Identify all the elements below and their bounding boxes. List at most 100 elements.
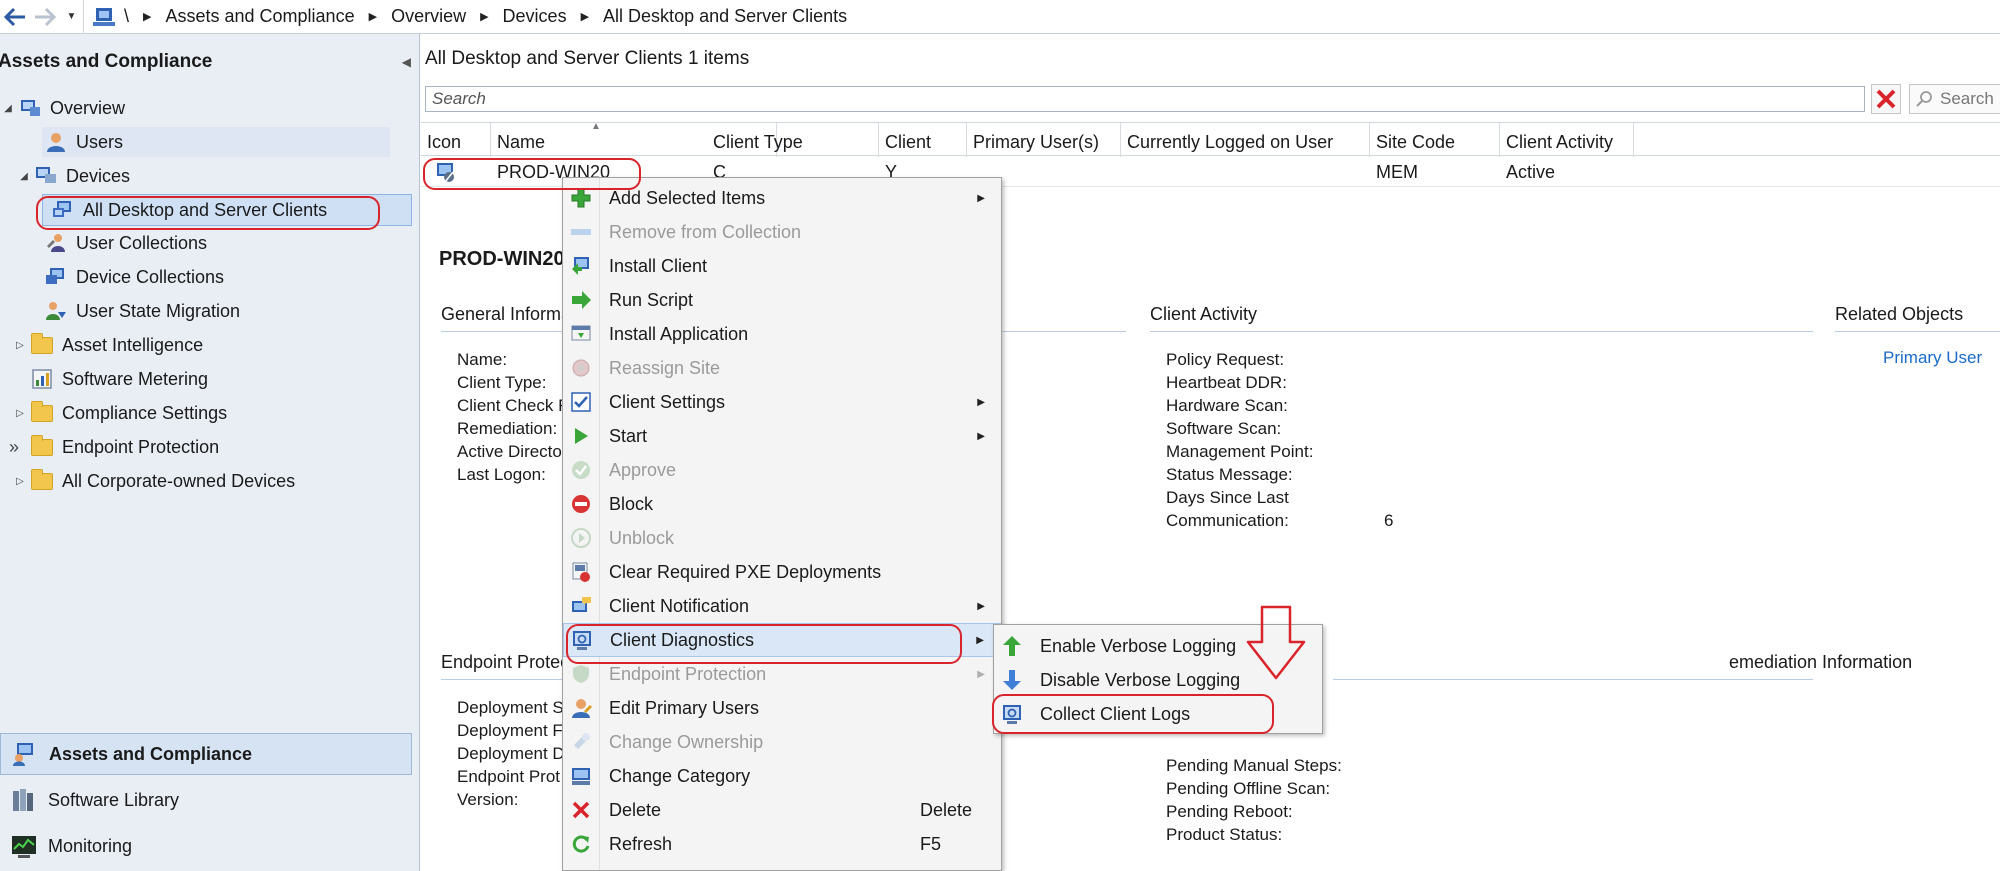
block-icon: [563, 493, 599, 515]
days-since-value: 6: [1384, 511, 1394, 530]
collapsed-icon[interactable]: ▷: [12, 408, 28, 419]
tree-item-users[interactable]: Users: [42, 127, 390, 157]
menu-item-collect-client-logs[interactable]: Collect Client Logs: [994, 697, 1322, 731]
menu-item-label: Remove from Collection: [609, 221, 802, 242]
menu-item-start[interactable]: Start ▶: [563, 419, 1001, 453]
menu-shortcut: F5: [920, 833, 942, 854]
menu-item-label: Install Application: [609, 323, 749, 344]
collection-name: All Desktop and Server Clients: [425, 48, 683, 69]
workspace-monitoring[interactable]: Monitoring: [0, 825, 412, 867]
menu-item-install-client[interactable]: Install Client: [563, 249, 1001, 283]
tree-item-user-state-migration[interactable]: User State Migration: [42, 296, 240, 326]
tree-item-device-collections[interactable]: Device Collections: [42, 262, 224, 292]
menu-item-change-ownership[interactable]: Change Ownership: [563, 725, 1001, 759]
remediation-labels: Pending Manual Steps: Pending Offline Sc…: [1166, 754, 1342, 846]
menu-item-block[interactable]: Block: [563, 487, 1001, 521]
menu-item-endpoint-protection[interactable]: Endpoint Protection ▶: [563, 657, 1001, 691]
edit-primary-users-icon: [563, 697, 599, 719]
label-pending-offline-scan: Pending Offline Scan:: [1166, 779, 1331, 798]
breadcrumb-devices[interactable]: Devices: [503, 6, 567, 27]
expanded-icon[interactable]: ◢: [0, 103, 16, 114]
tree-item-user-collections[interactable]: User Collections: [42, 228, 207, 258]
breadcrumb-root[interactable]: \: [124, 6, 129, 27]
client-activity-header: Client Activity: [1150, 304, 1813, 332]
collapse-pane-icon[interactable]: ◀: [402, 55, 411, 69]
breadcrumb-current[interactable]: All Desktop and Server Clients: [603, 6, 847, 27]
tree-item-compliance-settings[interactable]: ▷ Compliance Settings: [12, 398, 227, 428]
breadcrumb-separator-icon[interactable]: ▶: [581, 10, 589, 23]
column-header-icon[interactable]: Icon: [421, 123, 491, 157]
column-header-client-activity[interactable]: Client Activity: [1500, 123, 1634, 157]
menu-item-remove-from-collection[interactable]: Remove from Collection: [563, 215, 1001, 249]
menu-item-run-script[interactable]: Run Script: [563, 283, 1001, 317]
menu-item-install-application[interactable]: Install Application: [563, 317, 1001, 351]
tree-item-all-corporate-owned-devices[interactable]: ▷ All Corporate-owned Devices: [12, 466, 295, 496]
expanded-icon[interactable]: ◢: [16, 171, 32, 182]
menu-item-label: Collect Client Logs: [1040, 703, 1191, 724]
tree-item-asset-intelligence[interactable]: ▷ Asset Intelligence: [12, 330, 203, 360]
breadcrumb-overview[interactable]: Overview: [391, 6, 466, 27]
client-settings-icon: [563, 391, 599, 413]
forward-button[interactable]: [30, 0, 60, 34]
breadcrumb-separator-icon[interactable]: ▶: [369, 10, 377, 23]
column-header-site-code[interactable]: Site Code: [1370, 123, 1500, 157]
nav-pane-header: Assets and Compliance ◀: [0, 34, 419, 90]
breadcrumb-separator-icon[interactable]: ▶: [143, 10, 151, 23]
menu-item-label: Change Category: [609, 765, 751, 786]
menu-item-client-settings[interactable]: Client Settings ▶: [563, 385, 1001, 419]
menu-item-label: Client Settings: [609, 391, 726, 412]
software-metering-icon: [28, 367, 56, 391]
menu-item-change-category[interactable]: Change Category: [563, 759, 1001, 793]
menu-item-delete[interactable]: Delete Delete: [563, 793, 1001, 827]
menu-item-add-selected-items[interactable]: Add Selected Items ▶: [563, 181, 1001, 215]
menu-item-unblock[interactable]: Unblock: [563, 521, 1001, 555]
back-button[interactable]: [0, 0, 30, 34]
column-header-client-type[interactable]: Client Type: [707, 123, 879, 157]
workspace-assets-and-compliance[interactable]: Assets and Compliance: [0, 733, 412, 775]
client-notification-icon: [563, 595, 599, 617]
tree-item-overview[interactable]: ◢ Overview: [0, 93, 125, 123]
tree-item-label: Device Collections: [76, 266, 225, 287]
collapsed-icon[interactable]: ▷: [12, 340, 28, 351]
menu-item-reassign-site[interactable]: Reassign Site: [563, 351, 1001, 385]
primary-user-link[interactable]: Primary User: [1883, 346, 1982, 369]
label-last-logon: Last Logon:: [457, 465, 546, 484]
assets-compliance-icon: [11, 740, 39, 768]
clear-search-button[interactable]: [1871, 84, 1901, 114]
up-arrow-icon: [994, 635, 1030, 657]
menu-item-refresh[interactable]: Refresh F5: [563, 827, 1001, 861]
menu-item-clear-pxe[interactable]: Clear Required PXE Deployments: [563, 555, 1001, 589]
label-product-status: Product Status:: [1166, 825, 1283, 844]
menu-item-label: Add Selected Items: [609, 187, 766, 208]
double-chevron-icon[interactable]: »: [0, 437, 28, 458]
tree-item-all-desktop-server-clients[interactable]: All Desktop and Server Clients: [42, 194, 412, 226]
menu-item-edit-primary-users[interactable]: Edit Primary Users: [563, 691, 1001, 725]
breadcrumb-assets[interactable]: Assets and Compliance: [165, 6, 354, 27]
menu-item-label: Approve: [609, 459, 677, 480]
label-management-point: Management Point:: [1166, 442, 1314, 461]
column-header-primary-users[interactable]: Primary User(s): [967, 123, 1121, 157]
submenu-arrow-icon: ▶: [977, 668, 985, 680]
cell-site-code: MEM: [1376, 161, 1418, 182]
workspace-software-library[interactable]: Software Library: [0, 779, 412, 821]
collapsed-icon[interactable]: ▷: [12, 476, 28, 487]
menu-item-label: Client Diagnostics: [610, 629, 755, 650]
breadcrumb-separator-icon[interactable]: ▶: [480, 10, 488, 23]
tree-item-software-metering[interactable]: Software Metering: [28, 364, 208, 394]
breadcrumb: \ ▶ Assets and Compliance ▶ Overview ▶ D…: [124, 6, 847, 27]
menu-item-client-diagnostics[interactable]: Client Diagnostics ▶: [563, 623, 1001, 657]
search-button-label: Search: [1940, 89, 1994, 108]
history-dropdown[interactable]: ▼: [60, 0, 84, 34]
tree-item-endpoint-protection[interactable]: » Endpoint Protection: [0, 432, 219, 462]
column-header-client[interactable]: Client: [879, 123, 967, 157]
menu-item-approve[interactable]: Approve: [563, 453, 1001, 487]
install-application-icon: [563, 323, 599, 345]
tree-item-devices[interactable]: ◢ Devices: [16, 161, 130, 191]
users-icon: [42, 130, 70, 154]
column-header-logged-on-user[interactable]: Currently Logged on User: [1121, 123, 1370, 157]
menu-item-label: Endpoint Protection: [609, 663, 767, 684]
search-input[interactable]: Search: [425, 86, 1865, 112]
forward-arrow-icon: [35, 7, 56, 26]
menu-item-client-notification[interactable]: Client Notification ▶: [563, 589, 1001, 623]
search-button[interactable]: Search: [1909, 84, 2000, 114]
